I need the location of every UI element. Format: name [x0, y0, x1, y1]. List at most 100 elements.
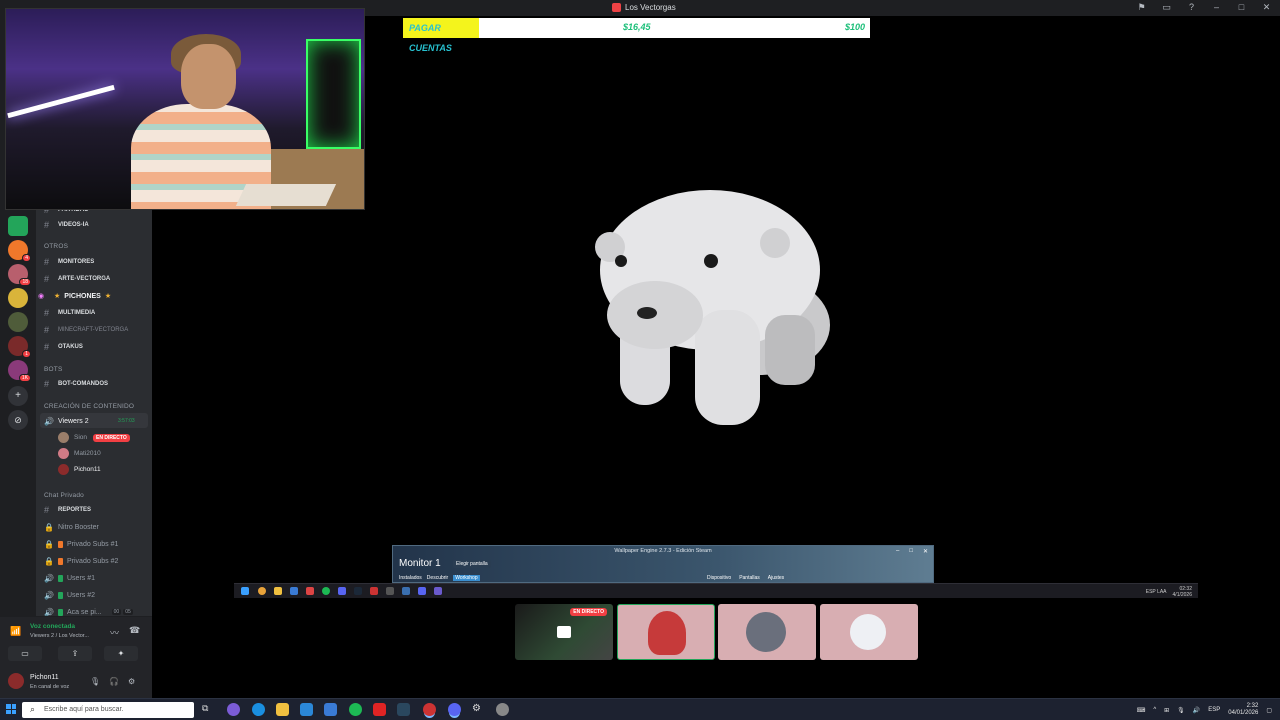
volume-icon[interactable]: 🔊 [1193, 707, 1200, 714]
wpe-title: Wallpaper Engine 2.7.3 - Edición Steam [614, 548, 712, 554]
store-icon[interactable] [300, 703, 313, 716]
channel-monitores[interactable]: # MONITORES [44, 255, 150, 269]
maximize-icon[interactable]: □ [909, 548, 913, 555]
channel-multimedia[interactable]: # MULTIMEDIA [44, 306, 150, 320]
participant-tile[interactable]: EN DIRECTO [515, 604, 613, 660]
screenshare-button[interactable]: ⇪ [58, 646, 92, 661]
channel-subs2[interactable]: 🔒 Privado Subs #2 [44, 554, 150, 568]
wpe-right-tabs: Dispositivo Pantallas Ajustes [707, 575, 784, 581]
category-chat-privado[interactable]: Chat Privado [44, 492, 84, 499]
screen-icon[interactable]: ▭ [1161, 2, 1172, 13]
close-icon[interactable]: ✕ [1261, 2, 1272, 13]
channel-videos-ia[interactable]: # VIDEOS-IA [44, 218, 150, 232]
chevron-up-icon[interactable]: ^ [1153, 707, 1156, 713]
obs-icon[interactable] [423, 703, 436, 716]
gear-icon[interactable]: ⚙ [128, 677, 135, 686]
wpe-tab[interactable]: Instalados [399, 575, 422, 581]
channel-bot-comandos[interactable]: # BOT-COMANDOS [44, 377, 150, 391]
task-view-icon[interactable]: ⧉ [202, 703, 215, 716]
minimize-icon[interactable]: – [1211, 2, 1222, 13]
microphone-icon[interactable]: 🎙 [90, 677, 100, 686]
channel-pichones[interactable]: ◉ ★ PICHONES ★ [38, 289, 144, 303]
channel-subs1[interactable]: 🔒 Privado Subs #1 [44, 537, 150, 551]
help-icon[interactable]: ? [1186, 2, 1197, 13]
category-bots[interactable]: BOTS [44, 366, 63, 373]
channel-label: ARTE-VECTORGA [58, 276, 111, 282]
inbox-icon[interactable]: ⚑ [1136, 2, 1147, 13]
participant-tile[interactable] [617, 604, 715, 660]
explore-icon[interactable]: ⊘ [8, 410, 28, 430]
app-icon [386, 587, 394, 595]
discord-icon[interactable] [448, 703, 461, 716]
server-icon-green[interactable] [8, 312, 28, 332]
channel-users2[interactable]: 🔊 Users #2 [44, 588, 150, 602]
wpe-tab[interactable]: Descubrir [427, 575, 448, 581]
channel-label: MONITORES [58, 259, 95, 265]
spotify-icon[interactable] [349, 703, 362, 716]
avatar [648, 611, 686, 655]
voice-member[interactable]: Pichon11 [58, 463, 101, 476]
server-icon-red[interactable]: 18 [8, 264, 31, 286]
app-icon[interactable] [227, 703, 240, 716]
voice-member[interactable]: Sion EN DIRECTO [58, 431, 130, 444]
folder-icon[interactable] [276, 703, 289, 716]
tray-lang[interactable]: ESP [1208, 707, 1220, 713]
voice-member[interactable]: Mati2010 [58, 447, 101, 460]
taskbar-search[interactable]: ⌕ Escribe aquí para buscar. [22, 702, 194, 718]
minimize-icon[interactable]: – [896, 548, 899, 555]
gear-icon[interactable]: ⚙ [472, 703, 485, 716]
maximize-icon[interactable]: □ [1236, 2, 1247, 13]
participant-tile[interactable] [820, 604, 918, 660]
channel-reportes[interactable]: # REPORTES [44, 503, 150, 517]
channel-otakus[interactable]: # OTAKUS [44, 340, 150, 354]
member-name: Sion [74, 434, 88, 441]
activities-button[interactable]: ✦ [104, 646, 138, 661]
camera-button[interactable]: ▭ [8, 646, 42, 661]
steam-icon[interactable] [397, 703, 410, 716]
clock-time: 2:32 [1246, 703, 1259, 709]
keyboard-icon[interactable]: ⌨ [1137, 707, 1146, 714]
windows-start-icon[interactable] [6, 704, 16, 714]
add-server-icon[interactable]: + [8, 386, 28, 406]
user-name[interactable]: Pichon11 [30, 674, 59, 681]
signal-icon[interactable]: 📶 [10, 626, 21, 637]
voice-channel-path[interactable]: Viewers 2 / Los Vector... [30, 633, 89, 639]
edge-icon[interactable] [252, 703, 265, 716]
avatar[interactable] [8, 673, 24, 689]
app-icon[interactable] [496, 703, 509, 716]
headphones-icon[interactable]: 🎧 [109, 677, 119, 686]
notifications-icon[interactable]: ▢ [1266, 707, 1272, 714]
clock[interactable]: 2:32 04/01/2026 [1228, 703, 1258, 717]
member-name: Mati2010 [74, 450, 101, 457]
server-icon [612, 3, 621, 12]
network-icon[interactable]: ⊞ [1164, 707, 1169, 714]
windows-icon [241, 587, 249, 595]
participant-tile[interactable] [718, 604, 816, 660]
server-icon-orange[interactable]: 4 [8, 240, 31, 262]
avatar [58, 464, 69, 475]
app-icon[interactable] [324, 703, 337, 716]
wpe-choose-screen[interactable]: Elegir pantalla [453, 560, 491, 568]
app-icon[interactable] [373, 703, 386, 716]
channel-users1[interactable]: 🔊 Users #1 [44, 571, 150, 585]
os-taskbar: ⌕ Escribe aquí para buscar. ⧉ ⚙ ⌨ ^ ⊞ 🎙 … [0, 698, 1280, 720]
server-icon-k[interactable] [8, 216, 28, 236]
channel-minecraft[interactable]: # MINECRAFT-VECTORGA [44, 323, 150, 337]
category-otros[interactable]: OTROS [44, 243, 68, 250]
category-creacion[interactable]: CREACIÓN DE CONTENIDO [44, 403, 134, 410]
goal-current: $16,45 [623, 22, 651, 32]
server-icon-purple[interactable]: 1K [8, 360, 31, 382]
microphone-icon[interactable]: 🎙 [1177, 707, 1185, 714]
channel-nitro[interactable]: 🔒 Nitro Booster [44, 520, 150, 534]
noise-suppression-icon[interactable]: 〰 [110, 626, 119, 639]
wpe-right-tab[interactable]: Ajustes [768, 575, 784, 581]
close-icon[interactable]: ✕ [923, 548, 928, 555]
disconnect-icon[interactable]: ☎ [129, 625, 140, 636]
server-icon-yellow[interactable] [8, 288, 28, 308]
wpe-monitor: Monitor 1 [399, 558, 441, 569]
wpe-right-tab[interactable]: Dispositivo [707, 575, 731, 581]
wpe-right-tab[interactable]: Pantallas [739, 575, 760, 581]
server-icon-dark[interactable]: 1 [8, 336, 31, 358]
wpe-tab[interactable]: Workshop [453, 575, 480, 581]
channel-arte[interactable]: # ARTE-VECTORGA [44, 272, 150, 286]
